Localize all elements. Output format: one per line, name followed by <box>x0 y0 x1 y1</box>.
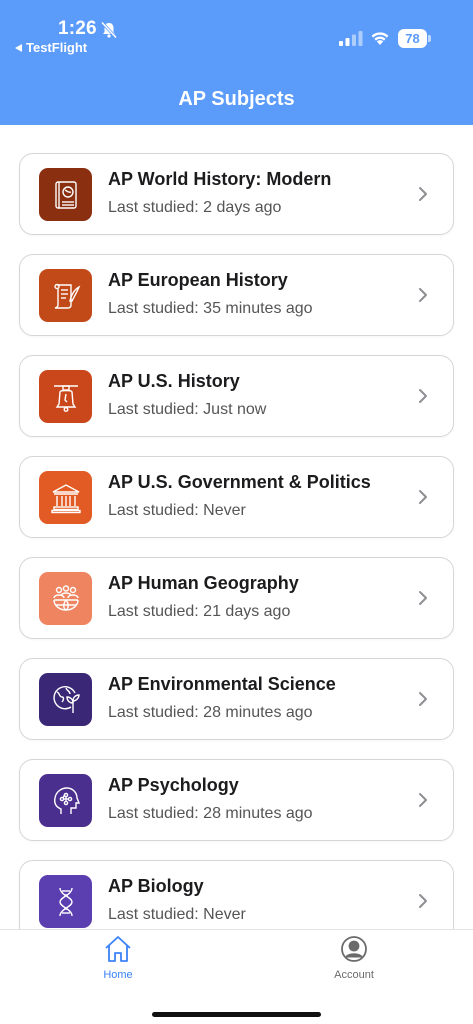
tab-bar: Home Account <box>0 929 473 1024</box>
battery-tip <box>428 35 431 42</box>
subject-card-us-history[interactable]: AP U.S. History Last studied: Just now <box>19 355 454 437</box>
last-studied: Last studied: 35 minutes ago <box>108 300 313 317</box>
chevron-right-icon <box>419 288 427 302</box>
last-studied: Last studied: Just now <box>108 401 267 418</box>
subject-title: AP Environmental Science <box>108 674 336 694</box>
brain-head-icon <box>39 774 92 827</box>
chevron-right-icon <box>419 591 427 605</box>
chevron-right-icon <box>419 187 427 201</box>
tab-home[interactable]: Home <box>73 934 163 990</box>
subject-title: AP Psychology <box>108 775 239 795</box>
subject-title: AP Biology <box>108 876 204 896</box>
people-globe-icon <box>39 572 92 625</box>
liberty-bell-icon <box>39 370 92 423</box>
history-book-icon <box>39 168 92 221</box>
last-studied: Last studied: 21 days ago <box>108 603 291 620</box>
home-icon <box>105 936 131 962</box>
status-time: 1:26 <box>58 18 97 39</box>
subject-title: AP U.S. Government & Politics <box>108 472 371 492</box>
subject-card-european-history[interactable]: AP European History Last studied: 35 min… <box>19 254 454 336</box>
back-arrow-icon <box>15 43 22 52</box>
subject-card-biology[interactable]: AP Biology Last studied: Never <box>19 860 454 929</box>
page-title: AP Subjects <box>178 88 295 110</box>
subject-title: AP World History: Modern <box>108 169 332 189</box>
tab-account[interactable]: Account <box>309 934 399 990</box>
capitol-building-icon <box>39 471 92 524</box>
subject-list[interactable]: AP World History: Modern Last studied: 2… <box>0 125 473 929</box>
chevron-right-icon <box>419 389 427 403</box>
back-to-app-button[interactable]: TestFlight <box>15 40 87 55</box>
battery-level: 78 <box>398 29 427 48</box>
earth-plant-icon <box>39 673 92 726</box>
wifi-icon <box>371 32 389 45</box>
dna-icon <box>39 875 92 928</box>
subject-title: AP U.S. History <box>108 371 240 391</box>
chevron-right-icon <box>419 490 427 504</box>
last-studied: Last studied: 28 minutes ago <box>108 805 313 822</box>
tab-account-label: Account <box>334 969 374 981</box>
scroll-quill-icon <box>39 269 92 322</box>
chevron-right-icon <box>419 692 427 706</box>
subject-title: AP Human Geography <box>108 573 299 593</box>
last-studied: Last studied: 28 minutes ago <box>108 704 313 721</box>
subject-card-world-history[interactable]: AP World History: Modern Last studied: 2… <box>19 153 454 235</box>
home-indicator <box>152 1012 321 1017</box>
last-studied: Last studied: Never <box>108 502 246 519</box>
chevron-right-icon <box>419 793 427 807</box>
account-icon <box>341 936 367 962</box>
bell-off-icon <box>100 21 118 39</box>
tab-home-label: Home <box>103 969 133 981</box>
back-app-label: TestFlight <box>26 40 88 55</box>
subject-card-us-government[interactable]: AP U.S. Government & Politics Last studi… <box>19 456 454 538</box>
top-header: 1:26 TestFlight 78 AP Subjects <box>0 0 473 125</box>
subject-card-human-geography[interactable]: AP Human Geography Last studied: 21 days… <box>19 557 454 639</box>
subject-card-psychology[interactable]: AP Psychology Last studied: 28 minutes a… <box>19 759 454 841</box>
last-studied: Last studied: 2 days ago <box>108 199 282 216</box>
subject-card-environmental-science[interactable]: AP Environmental Science Last studied: 2… <box>19 658 454 740</box>
subject-title: AP European History <box>108 270 288 290</box>
battery-indicator: 78 <box>398 29 431 48</box>
chevron-right-icon <box>419 894 427 908</box>
last-studied: Last studied: Never <box>108 906 246 923</box>
cellular-signal-icon <box>339 31 363 46</box>
